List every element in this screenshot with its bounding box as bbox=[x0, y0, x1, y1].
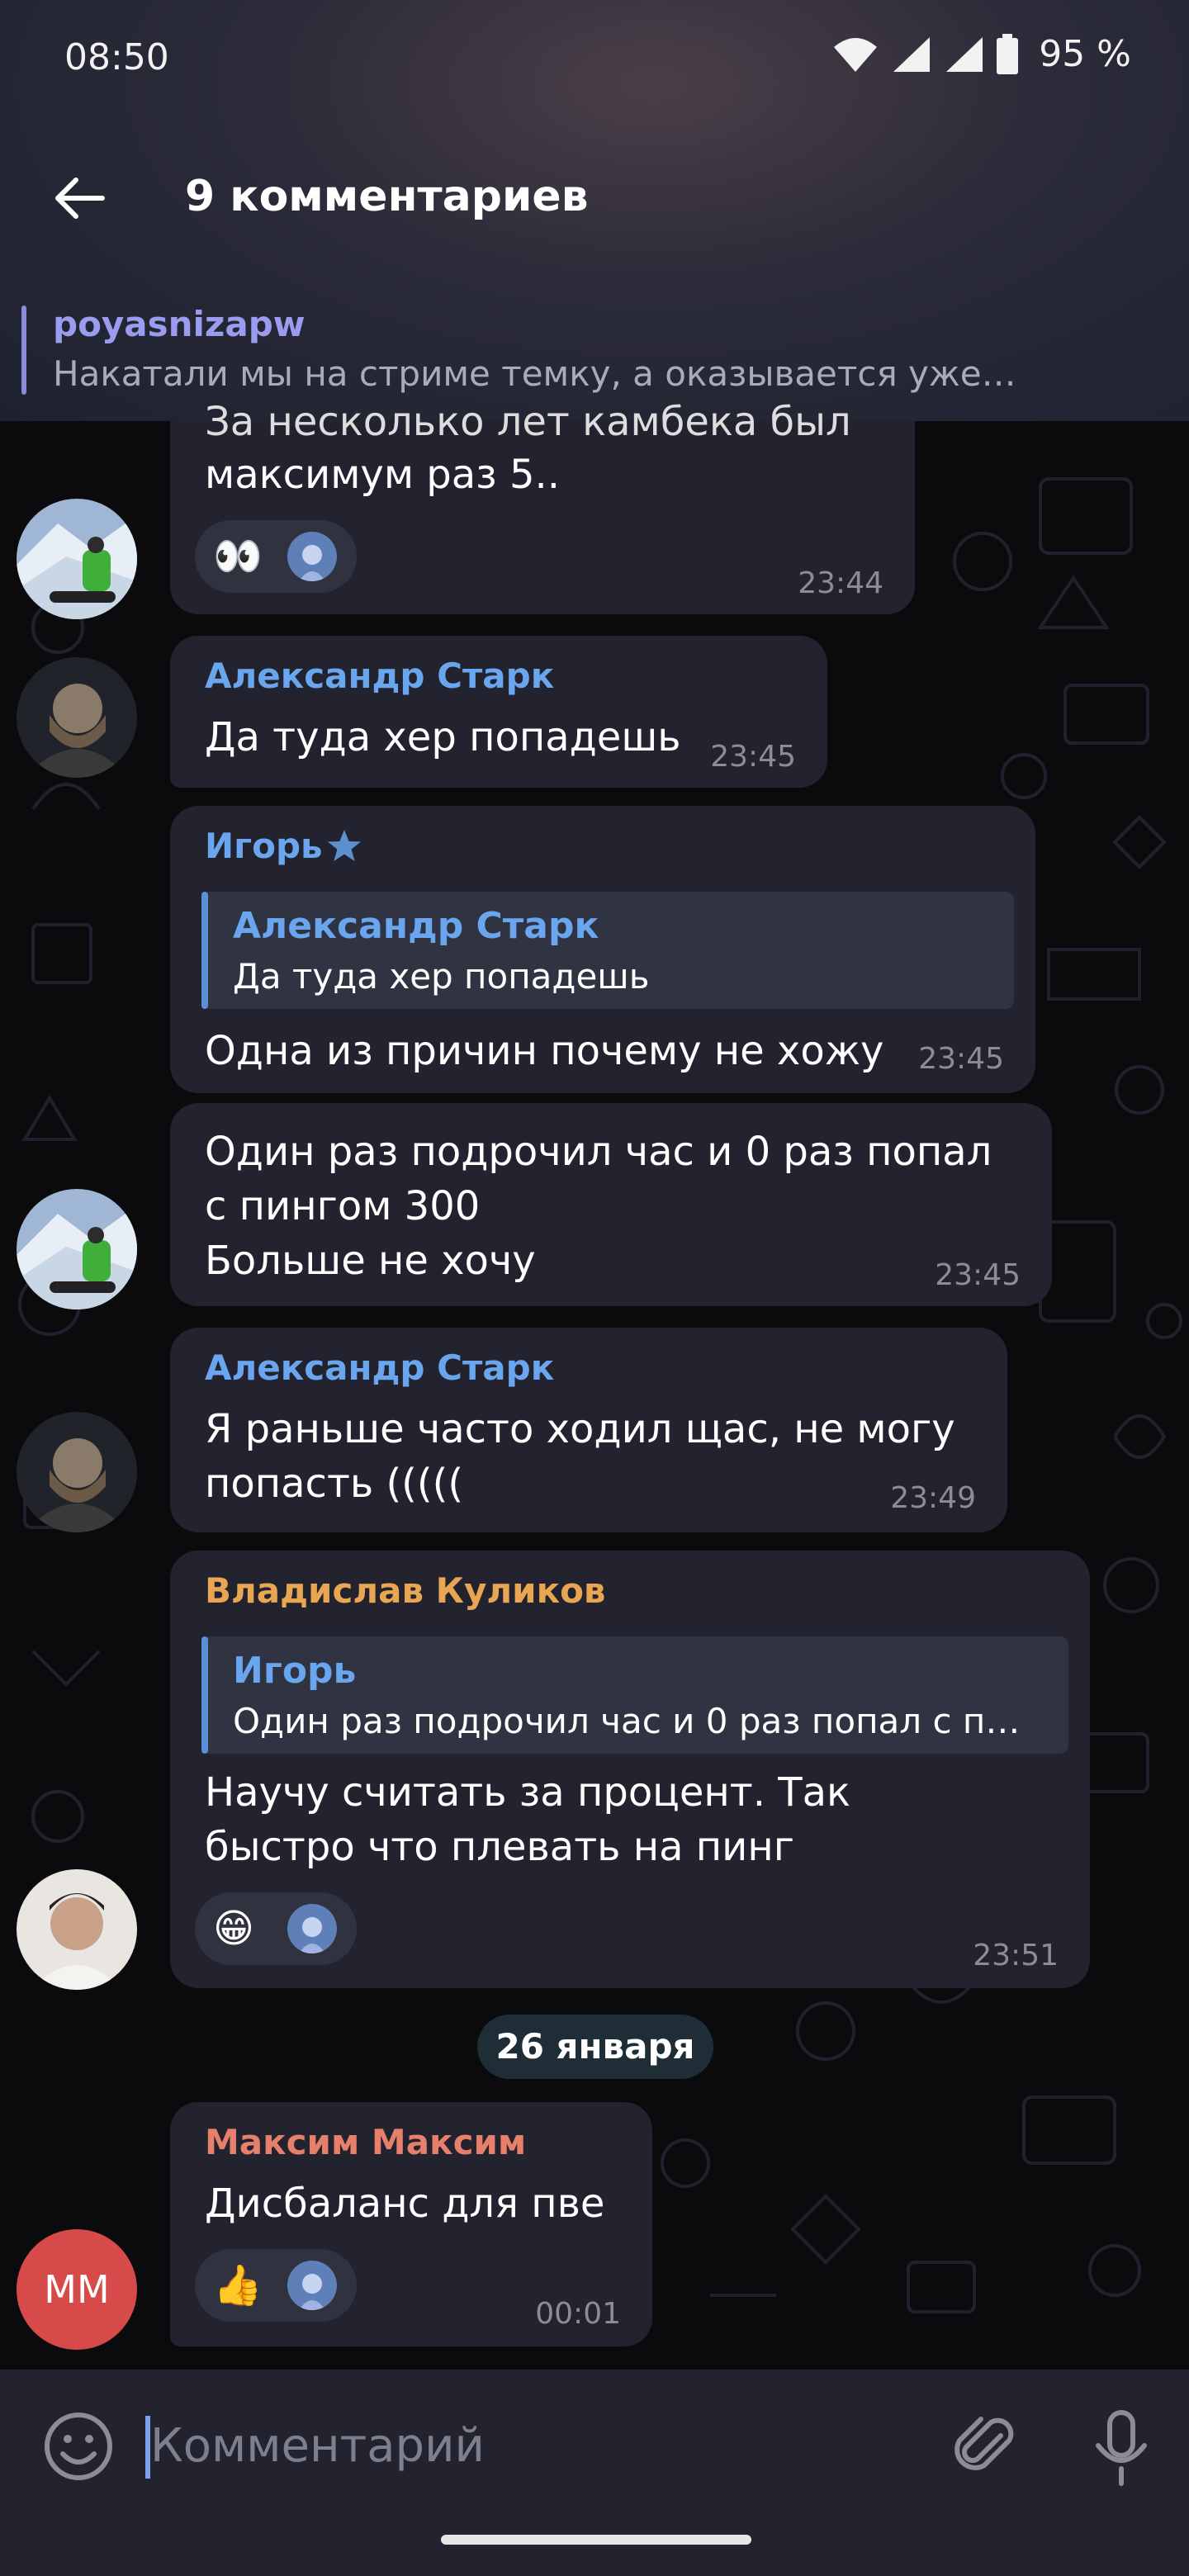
reply-accent-bar bbox=[201, 1636, 208, 1754]
message-bubble[interactable]: Александр Старк Да туда хер попадешь 23:… bbox=[170, 636, 827, 788]
message-text-line: попасть ((((( bbox=[205, 1461, 464, 1507]
message-text-line: Я раньше часто ходил щас, не могу bbox=[205, 1406, 955, 1452]
reply-quote[interactable]: Александр Старк Да туда хер попадешь bbox=[201, 892, 1014, 1009]
battery-icon bbox=[997, 33, 1019, 74]
sender-name: Александр Старк bbox=[205, 656, 555, 696]
avatar[interactable] bbox=[17, 1189, 137, 1309]
mic-icon bbox=[1096, 2410, 1147, 2486]
message-time: 23:45 bbox=[710, 740, 796, 774]
message-bubble[interactable]: Владислав Куликов Игорь Один раз подрочи… bbox=[170, 1551, 1090, 1988]
page-title: 9 комментариев bbox=[185, 172, 589, 221]
pinned-text: Накатали мы на стриме темку, а оказывает… bbox=[53, 353, 1016, 394]
reactor-avatar bbox=[287, 532, 337, 581]
message-time: 23:45 bbox=[935, 1258, 1021, 1292]
emoji-icon bbox=[45, 2413, 112, 2480]
eyes-emoji-icon: 👀 bbox=[213, 533, 263, 580]
wifi-icon bbox=[834, 37, 878, 72]
avatar[interactable] bbox=[17, 499, 137, 619]
message-text: Да туда хер попадешь bbox=[205, 714, 681, 760]
reactor-avatar bbox=[287, 2261, 337, 2310]
pinned-accent-bar bbox=[21, 305, 26, 395]
pinned-author: poyasnizapw bbox=[53, 304, 306, 344]
battery-percent: 95 % bbox=[1039, 33, 1131, 75]
mic-button[interactable] bbox=[1088, 2409, 1154, 2487]
message-text: Одна из причин почему не хожу bbox=[205, 1028, 884, 1074]
emoji-button[interactable] bbox=[41, 2409, 116, 2484]
status-icons: 95 % bbox=[832, 33, 1131, 75]
message-time: 23:51 bbox=[973, 1939, 1059, 1972]
comment-input[interactable]: Комментарий bbox=[150, 2419, 485, 2473]
message-text-line: максимум раз 5.. bbox=[205, 452, 561, 498]
message-text-line: Больше не хочу bbox=[205, 1238, 536, 1284]
reaction-chip[interactable]: 👍 bbox=[195, 2249, 357, 2322]
back-arrow-icon bbox=[55, 178, 105, 219]
message-text-line: Научу считать за процент. Так bbox=[205, 1769, 850, 1816]
reaction-chip[interactable]: 👀 bbox=[195, 520, 357, 593]
sender-name: Максим Максим bbox=[205, 2122, 527, 2162]
message-time: 23:49 bbox=[890, 1481, 976, 1515]
message-time: 23:44 bbox=[798, 566, 883, 600]
message-text: Дисбаланс для пве bbox=[205, 2181, 605, 2227]
top-bar: 08:50 95 % 9 комментариев poyasnizapw На… bbox=[0, 0, 1189, 421]
message-bubble[interactable]: Александр Старк Я раньше часто ходил щас… bbox=[170, 1328, 1007, 1532]
comment-composer: Комментарий bbox=[0, 2370, 1189, 2576]
reply-text: Один раз подрочил час и 0 раз попал с п… bbox=[233, 1701, 1021, 1741]
avatar[interactable] bbox=[17, 1412, 137, 1532]
reply-text: Да туда хер попадешь bbox=[233, 956, 650, 997]
star-icon bbox=[328, 830, 361, 861]
message-time: 00:01 bbox=[535, 2297, 621, 2331]
reactor-avatar bbox=[287, 1904, 337, 1953]
pinned-post-preview[interactable]: poyasnizapw Накатали мы на стриме темку,… bbox=[21, 304, 1169, 396]
reply-quote[interactable]: Игорь Один раз подрочил час и 0 раз попа… bbox=[201, 1636, 1068, 1754]
message-text-line: с пингом 300 bbox=[205, 1183, 481, 1229]
status-time: 08:50 bbox=[64, 36, 169, 78]
message-text-line: Один раз подрочил час и 0 раз попал bbox=[205, 1129, 992, 1175]
reply-author: Александр Старк bbox=[233, 905, 599, 947]
message-bubble[interactable]: Максим Максим Дисбаланс для пве 👍 00:01 bbox=[170, 2102, 652, 2346]
attach-button[interactable] bbox=[948, 2411, 1022, 2485]
signal-icon bbox=[946, 36, 983, 72]
date-divider: 26 января bbox=[477, 2015, 713, 2079]
back-button[interactable] bbox=[46, 165, 112, 231]
avatar[interactable] bbox=[17, 1869, 137, 1990]
message-bubble[interactable]: Игорь Александр Старк Да туда хер попаде… bbox=[170, 806, 1035, 1093]
avatar-initials: ММ bbox=[44, 2267, 110, 2312]
message-bubble[interactable]: За несколько лет камбека был максимум ра… bbox=[170, 399, 915, 614]
grin-emoji-icon: 😁 bbox=[213, 1906, 255, 1952]
sender-name: Игорь bbox=[205, 826, 323, 866]
signal-icon bbox=[893, 36, 931, 72]
message-text-line: быстро что плевать на пинг bbox=[205, 1824, 794, 1870]
avatar[interactable]: ММ bbox=[17, 2229, 137, 2350]
message-text-line: За несколько лет камбека был bbox=[205, 399, 851, 445]
attach-icon bbox=[955, 2417, 1014, 2470]
reply-author: Игорь bbox=[233, 1650, 357, 1692]
message-time: 23:45 bbox=[918, 1042, 1004, 1076]
reaction-chip[interactable]: 😁 bbox=[195, 1892, 357, 1965]
message-bubble[interactable]: Один раз подрочил час и 0 раз попал с пи… bbox=[170, 1103, 1052, 1306]
home-indicator[interactable] bbox=[441, 2535, 751, 2545]
sender-name: Александр Старк bbox=[205, 1347, 555, 1388]
thumbs-up-emoji-icon: 👍 bbox=[213, 2262, 263, 2308]
avatar[interactable] bbox=[17, 657, 137, 778]
reply-accent-bar bbox=[201, 892, 208, 1009]
sender-name: Владислав Куликов bbox=[205, 1570, 606, 1611]
